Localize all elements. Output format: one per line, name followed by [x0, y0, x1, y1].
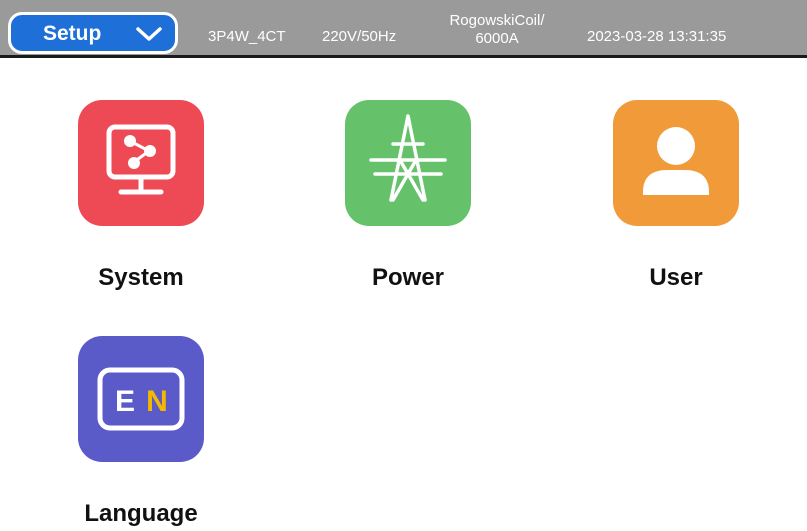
mode-dropdown[interactable]: Setup — [8, 12, 178, 54]
power-tower-icon — [369, 114, 447, 202]
power-tile[interactable]: Power — [343, 100, 473, 291]
status-bar: Setup 3P4W_4CT 220V/50Hz RogowskiCoil/ 6… — [0, 0, 807, 58]
power-icon-box — [345, 100, 471, 226]
language-icon-box: E N — [78, 336, 204, 462]
chevron-down-icon — [136, 27, 162, 41]
system-tile[interactable]: System — [76, 100, 206, 291]
language-label: Language — [84, 500, 198, 527]
system-label: System — [98, 264, 184, 291]
mode-dropdown-label: Setup — [43, 22, 102, 45]
power-label: Power — [371, 264, 445, 291]
voltage-frequency-text: 220V/50Hz — [322, 28, 397, 45]
language-icon-letter-n: N — [146, 385, 168, 418]
user-icon — [643, 127, 709, 195]
datetime-text: 2023-03-28 13:31:35 — [587, 28, 727, 45]
sensor-type-line2: 6000A — [475, 30, 519, 47]
language-tile[interactable]: E N Language — [76, 336, 206, 527]
wiring-mode-text: 3P4W_4CT — [208, 28, 286, 45]
monitor-network-icon — [106, 124, 176, 195]
user-icon-box — [613, 100, 739, 226]
language-en-icon: E N — [97, 367, 185, 431]
sensor-type-text: RogowskiCoil/ 6000A — [438, 12, 556, 48]
system-icon-box — [78, 100, 204, 226]
user-label: User — [649, 264, 703, 291]
sensor-type-line1: RogowskiCoil/ — [449, 12, 545, 29]
language-icon-letter-e: E — [115, 385, 135, 418]
user-tile[interactable]: User — [611, 100, 741, 291]
